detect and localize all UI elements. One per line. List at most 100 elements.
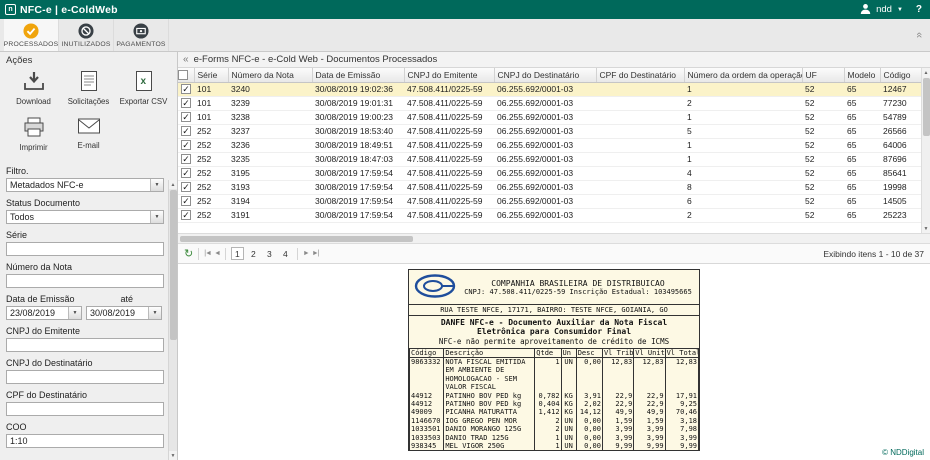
table-cell[interactable]: 8 bbox=[684, 180, 802, 194]
table-cell[interactable]: 19998 bbox=[880, 180, 921, 194]
table-cell[interactable]: 87696 bbox=[880, 152, 921, 166]
column-header[interactable]: Modelo bbox=[844, 68, 880, 82]
table-cell[interactable]: 3239 bbox=[228, 96, 312, 110]
table-cell[interactable]: 47.508.411/0225-59 bbox=[404, 152, 494, 166]
table-cell[interactable]: 252 bbox=[194, 166, 228, 180]
table-row[interactable]: ✓101323930/08/2019 19:01:3147.508.411/02… bbox=[178, 96, 921, 110]
table-cell[interactable] bbox=[596, 82, 684, 96]
table-cell[interactable]: 52 bbox=[802, 166, 844, 180]
collapse-sidebar-icon[interactable]: « bbox=[183, 54, 189, 65]
page-button-2[interactable]: 2 bbox=[247, 247, 260, 260]
row-checkbox[interactable]: ✓ bbox=[181, 168, 191, 178]
column-header[interactable]: Código bbox=[880, 68, 921, 82]
solicitacoes-button[interactable]: Solicitações bbox=[61, 68, 116, 108]
coo-input[interactable] bbox=[6, 434, 164, 448]
table-cell[interactable]: 1 bbox=[684, 82, 802, 96]
table-row[interactable]: ✓252323630/08/2019 18:49:5147.508.411/02… bbox=[178, 138, 921, 152]
page-button-4[interactable]: 4 bbox=[279, 247, 292, 260]
table-cell[interactable]: 06.255.692/0001-03 bbox=[494, 110, 596, 124]
row-checkbox[interactable]: ✓ bbox=[181, 196, 191, 206]
data-fim-picker[interactable]: 30/08/2019 ▼ bbox=[86, 306, 162, 320]
table-cell[interactable]: 65 bbox=[844, 124, 880, 138]
cnpj-emitente-input[interactable] bbox=[6, 338, 164, 352]
download-button[interactable]: Download bbox=[6, 68, 61, 108]
table-cell[interactable] bbox=[596, 166, 684, 180]
metadata-select[interactable]: Metadados NFC-e ▼ bbox=[6, 178, 164, 192]
table-cell[interactable]: 52 bbox=[802, 82, 844, 96]
table-cell[interactable]: 252 bbox=[194, 138, 228, 152]
table-cell[interactable]: 25223 bbox=[880, 208, 921, 222]
grid-horizontal-scrollbar[interactable] bbox=[178, 233, 930, 244]
table-cell[interactable]: 30/08/2019 18:49:51 bbox=[312, 138, 404, 152]
prev-page-button[interactable]: ◄ bbox=[214, 250, 220, 257]
table-cell[interactable]: 3193 bbox=[228, 180, 312, 194]
table-cell[interactable]: 52 bbox=[802, 194, 844, 208]
user-name[interactable]: ndd bbox=[876, 4, 892, 15]
column-header[interactable]: UF bbox=[802, 68, 844, 82]
table-cell[interactable]: 30/08/2019 17:59:54 bbox=[312, 166, 404, 180]
table-cell[interactable]: 47.508.411/0225-59 bbox=[404, 82, 494, 96]
table-cell[interactable]: 52 bbox=[802, 152, 844, 166]
table-row[interactable]: ✓252319530/08/2019 17:59:5447.508.411/02… bbox=[178, 166, 921, 180]
page-button-1[interactable]: 1 bbox=[231, 247, 244, 260]
table-cell[interactable]: 3240 bbox=[228, 82, 312, 96]
table-cell[interactable]: 65 bbox=[844, 152, 880, 166]
numero-nota-input[interactable] bbox=[6, 274, 164, 288]
table-cell[interactable]: 1 bbox=[684, 110, 802, 124]
table-cell[interactable]: 65 bbox=[844, 82, 880, 96]
scrollbar-thumb[interactable] bbox=[923, 78, 930, 136]
table-cell[interactable]: 65 bbox=[844, 194, 880, 208]
table-cell[interactable]: 65 bbox=[844, 96, 880, 110]
table-cell[interactable] bbox=[596, 208, 684, 222]
table-cell[interactable]: 47.508.411/0225-59 bbox=[404, 208, 494, 222]
table-cell[interactable]: 52 bbox=[802, 110, 844, 124]
scrollbar-thumb[interactable] bbox=[170, 190, 177, 340]
scroll-down-icon[interactable]: ▼ bbox=[169, 451, 177, 460]
table-cell[interactable]: 101 bbox=[194, 110, 228, 124]
table-cell[interactable] bbox=[596, 96, 684, 110]
table-cell[interactable]: 85641 bbox=[880, 166, 921, 180]
table-cell[interactable]: 2 bbox=[684, 96, 802, 110]
table-cell[interactable]: 3235 bbox=[228, 152, 312, 166]
last-page-button[interactable]: ►| bbox=[312, 250, 319, 257]
table-cell[interactable] bbox=[596, 180, 684, 194]
grid-vertical-scrollbar[interactable]: ▲ ▼ bbox=[921, 68, 930, 233]
table-cell[interactable]: 3237 bbox=[228, 124, 312, 138]
table-cell[interactable]: 30/08/2019 18:47:03 bbox=[312, 152, 404, 166]
row-checkbox[interactable]: ✓ bbox=[181, 210, 191, 220]
column-header[interactable]: CNPJ do Destinatário bbox=[494, 68, 596, 82]
table-cell[interactable]: 252 bbox=[194, 194, 228, 208]
table-cell[interactable]: 30/08/2019 17:59:54 bbox=[312, 194, 404, 208]
table-cell[interactable]: 30/08/2019 18:53:40 bbox=[312, 124, 404, 138]
table-cell[interactable]: 3194 bbox=[228, 194, 312, 208]
table-row[interactable]: ✓252319430/08/2019 17:59:5447.508.411/02… bbox=[178, 194, 921, 208]
table-cell[interactable]: 06.255.692/0001-03 bbox=[494, 194, 596, 208]
column-header[interactable]: Número da ordem da operação bbox=[684, 68, 802, 82]
table-row[interactable]: ✓101324030/08/2019 19:02:3647.508.411/02… bbox=[178, 82, 921, 96]
table-cell[interactable]: 252 bbox=[194, 208, 228, 222]
help-button[interactable]: ? bbox=[916, 4, 922, 15]
table-cell[interactable]: 252 bbox=[194, 152, 228, 166]
table-cell[interactable]: 3191 bbox=[228, 208, 312, 222]
table-cell[interactable]: 65 bbox=[844, 180, 880, 194]
table-cell[interactable]: 30/08/2019 19:01:31 bbox=[312, 96, 404, 110]
table-row[interactable]: ✓252323530/08/2019 18:47:0347.508.411/02… bbox=[178, 152, 921, 166]
scroll-up-icon[interactable]: ▲ bbox=[169, 180, 177, 189]
table-cell[interactable] bbox=[596, 138, 684, 152]
refresh-icon[interactable]: ↻ bbox=[184, 247, 193, 260]
data-inicio-picker[interactable]: 23/08/2019 ▼ bbox=[6, 306, 82, 320]
table-row[interactable]: ✓252323730/08/2019 18:53:4047.508.411/02… bbox=[178, 124, 921, 138]
table-cell[interactable]: 06.255.692/0001-03 bbox=[494, 82, 596, 96]
user-menu-caret-icon[interactable]: ▼ bbox=[897, 7, 903, 13]
scrollbar-thumb[interactable] bbox=[180, 236, 413, 242]
row-checkbox[interactable]: ✓ bbox=[181, 182, 191, 192]
cnpj-destinatario-input[interactable] bbox=[6, 370, 164, 384]
row-checkbox[interactable]: ✓ bbox=[181, 112, 191, 122]
row-checkbox[interactable]: ✓ bbox=[181, 84, 191, 94]
select-all-checkbox[interactable] bbox=[178, 70, 188, 80]
table-cell[interactable]: 64006 bbox=[880, 138, 921, 152]
table-cell[interactable]: 3236 bbox=[228, 138, 312, 152]
table-cell[interactable]: 30/08/2019 19:00:23 bbox=[312, 110, 404, 124]
serie-input[interactable] bbox=[6, 242, 164, 256]
table-cell[interactable]: 06.255.692/0001-03 bbox=[494, 138, 596, 152]
